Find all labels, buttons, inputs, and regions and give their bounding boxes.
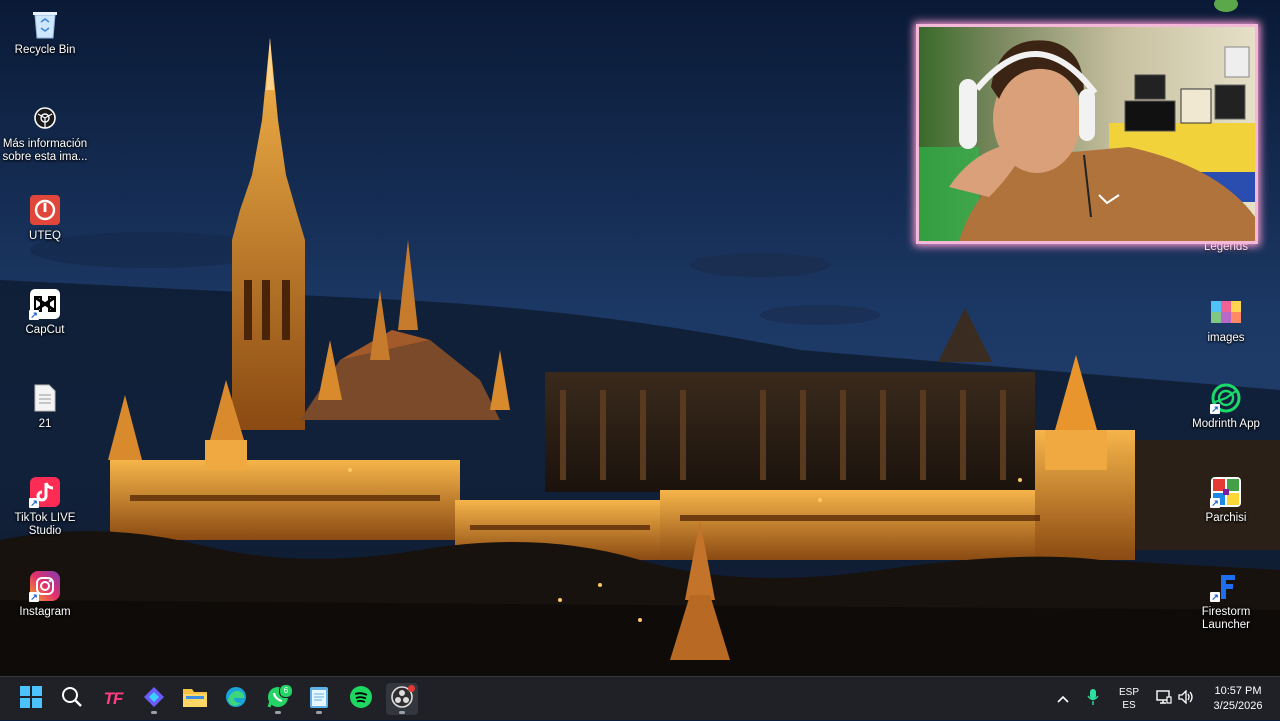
desktop-icon-label: UTEQ [29,230,61,242]
shortcut-arrow-icon: ↗ [29,310,39,320]
desktop-icon-instagram[interactable]: ↗ Instagram [0,570,90,619]
shortcut-arrow-icon: ↗ [29,498,39,508]
text-file-icon [29,382,61,414]
modrinth-icon: ↗ [1210,382,1242,414]
desktop-icon-label: 21 [38,418,52,430]
desktop-icon-capcut[interactable]: ↗ CapCut [0,288,90,337]
notepad-icon [309,685,329,714]
running-indicator [316,711,322,714]
taskbar-whatsapp[interactable]: 6 [262,683,294,715]
desktop: Recycle Bin Más información sobre esta i… [0,0,1280,676]
tiktok-live-icon: ↗ [29,476,61,508]
desktop-icon-more-info[interactable]: Más información sobre esta ima... [0,102,90,164]
windows-start-icon [20,685,42,713]
search-button[interactable] [56,683,88,715]
desktop-icon-label: Parchisi [1205,512,1247,524]
instagram-icon: ↗ [29,570,61,602]
shortcut-arrow-icon: ↗ [1210,498,1220,508]
capcut-icon: ↗ [29,288,61,320]
shortcut-arrow-icon: ↗ [1210,404,1220,414]
desktop-icon-recycle-bin[interactable]: Recycle Bin [0,8,90,57]
image-folder-icon [1210,296,1242,328]
desktop-icon-images[interactable]: images [1181,296,1271,345]
network-icon [1156,689,1172,709]
taskbar: TF 6 ESP ES 10:57 PM 3/25/2026 [0,676,1280,720]
notification-badge: 6 [279,684,293,698]
taskbar-spotify[interactable] [345,683,377,715]
quick-settings-button[interactable] [1153,677,1197,721]
desktop-icon-label: Más información sobre esta ima... [2,138,88,163]
running-indicator [399,711,405,714]
recycle-bin-icon [29,8,61,40]
desktop-icon-label: images [1207,332,1245,344]
shortcut-arrow-icon: ↗ [29,592,39,602]
search-icon [61,686,83,713]
chevron-up-icon [1057,690,1069,708]
taskbar-file-explorer[interactable] [179,683,211,715]
taskbar-obs[interactable] [386,683,418,715]
shortcut-arrow-icon: ↗ [1210,592,1220,602]
desktop-icon-label: Firestorm Launcher [1201,606,1251,631]
diamond-app-icon [143,686,165,713]
desktop-icon-label: Modrinth App [1192,418,1260,430]
taskbar-diamond-app[interactable] [138,683,170,715]
taskbar-tf-app[interactable]: TF [97,683,129,715]
parchisi-icon: ↗ [1210,476,1242,508]
taskbar-notepad[interactable] [303,683,335,715]
recording-indicator [408,685,415,692]
start-button[interactable] [15,683,47,715]
spotify-icon [349,685,373,714]
running-indicator [151,711,157,714]
firestorm-icon: ↗ [1210,570,1242,602]
volume-icon [1178,688,1194,709]
running-indicator [275,711,281,714]
clock-date: 3/25/2026 [1213,700,1263,712]
webcam-feed [919,27,1255,241]
desktop-icon-21[interactable]: 21 [0,382,90,431]
show-hidden-icons-button[interactable] [1052,677,1074,721]
webcam-overlay [916,24,1258,244]
power-icon [29,194,61,226]
desktop-icon-label: Recycle Bin [14,44,76,56]
clock-button[interactable]: 10:57 PM 3/25/2026 [1200,677,1276,721]
lang-region: ES [1122,700,1136,711]
edge-icon [225,686,247,713]
desktop-icon-parchisi[interactable]: ↗ Parchisi [1181,476,1271,525]
desktop-icon-label: CapCut [25,324,65,336]
desktop-icon-uteq[interactable]: UTEQ [0,194,90,243]
clock-time: 10:57 PM [1214,685,1262,697]
taskbar-edge[interactable] [220,683,252,715]
desktop-icon-tiktok-live-studio[interactable]: ↗ TikTok LIVE Studio [0,476,90,538]
microphone-tray-button[interactable] [1082,677,1104,721]
desktop-icon-label: Instagram [19,606,71,618]
microphone-icon [1087,688,1099,711]
desktop-icon-legends[interactable] [1181,0,1271,18]
desktop-icon-firestorm-launcher[interactable]: ↗ Firestorm Launcher [1181,570,1271,632]
lang-code: ESP [1118,687,1139,698]
legends-icon [1210,0,1242,14]
desktop-icon-label: TikTok LIVE Studio [14,512,76,537]
tf-app-icon: TF [103,689,124,708]
folder-icon [183,687,207,712]
desktop-icon-modrinth-app[interactable]: ↗ Modrinth App [1181,382,1271,431]
camera-info-icon [29,102,61,134]
input-language-button[interactable]: ESP ES [1112,677,1146,721]
